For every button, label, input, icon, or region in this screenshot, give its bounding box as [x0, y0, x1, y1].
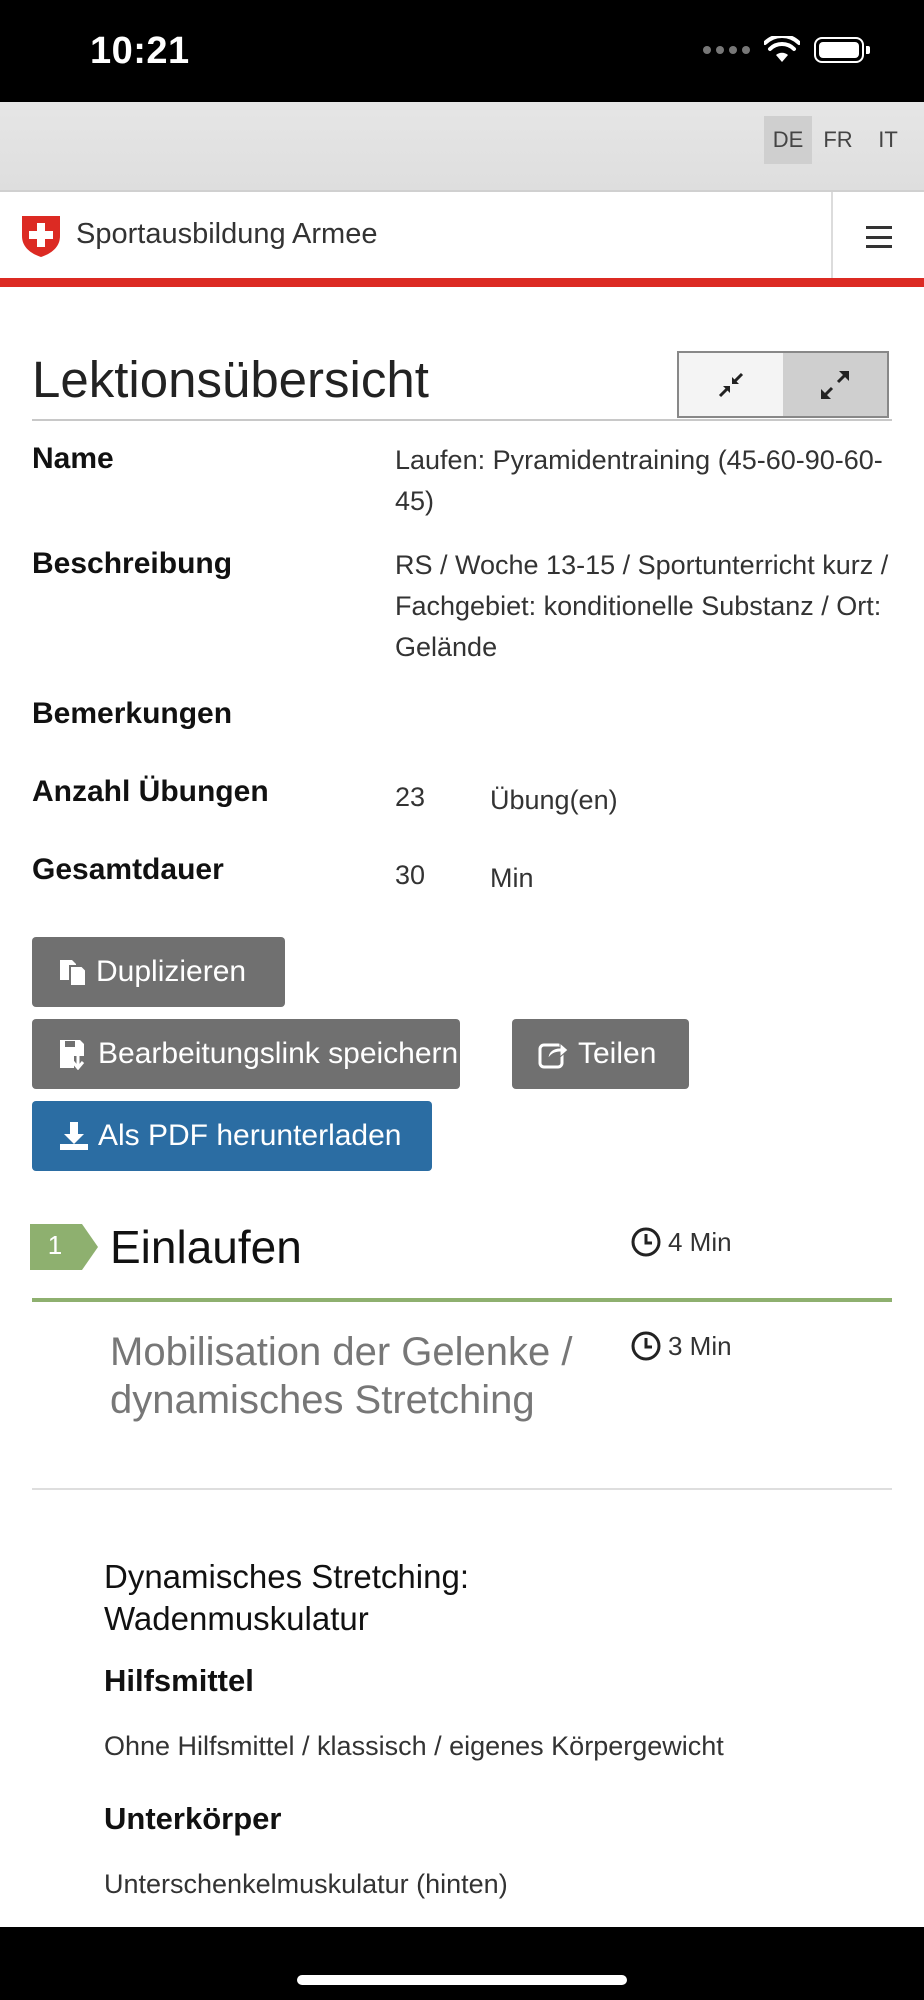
- page-title: Lektionsübersicht: [32, 351, 429, 408]
- share-button[interactable]: Teilen: [512, 1019, 689, 1089]
- home-indicator[interactable]: [297, 1975, 627, 1985]
- save-link-icon: [60, 1040, 85, 1070]
- collapse-all-button[interactable]: [679, 353, 783, 416]
- save-edit-link-label: Bearbeitungslink speichern: [98, 1037, 459, 1070]
- subsection-divider: [32, 1488, 892, 1490]
- expand-all-button[interactable]: [783, 353, 887, 416]
- download-pdf-label: Als PDF herunterladen: [98, 1119, 402, 1152]
- brand-name[interactable]: Sportausbildung Armee: [76, 218, 377, 251]
- total-duration-value: 30: [395, 860, 426, 890]
- section-duration: 4 Min: [630, 1226, 732, 1258]
- share-label: Teilen: [578, 1037, 657, 1070]
- wifi-icon: [764, 36, 800, 62]
- status-icons: [703, 36, 870, 64]
- exercise-title[interactable]: Dynamisches Stretching: Wadenmuskulatur: [104, 1556, 564, 1640]
- title-divider: [32, 419, 892, 421]
- site-header: Sportausbildung Armee: [0, 192, 924, 287]
- download-pdf-button[interactable]: Als PDF herunterladen: [32, 1101, 432, 1171]
- language-bar: DE FR IT: [0, 102, 924, 192]
- swiss-cross-logo[interactable]: [20, 214, 62, 258]
- description-label: Beschreibung: [32, 547, 233, 580]
- name-label: Name: [32, 442, 114, 475]
- aids-label: Hilfsmittel: [104, 1663, 254, 1698]
- subsection-duration-text: 3 Min: [668, 1330, 732, 1361]
- subsection-title[interactable]: Mobilisation der Gelenke / dynamisches S…: [110, 1328, 580, 1424]
- home-indicator-bar: [0, 1927, 924, 2000]
- hamburger-menu-icon[interactable]: [866, 226, 892, 248]
- menu-divider: [831, 192, 833, 278]
- status-bar: 10:21: [0, 0, 924, 102]
- collapse-expand-toggle: [677, 351, 889, 418]
- cellular-signal-icon: [703, 46, 750, 54]
- section-duration-text: 4 Min: [668, 1226, 732, 1257]
- share-icon: [538, 1041, 569, 1069]
- compress-icon: [718, 372, 744, 397]
- lang-fr[interactable]: FR: [814, 116, 862, 164]
- duplicate-button[interactable]: Duplizieren: [32, 937, 285, 1007]
- section-title[interactable]: Einlaufen: [110, 1220, 302, 1274]
- body-region-label: Unterkörper: [104, 1801, 282, 1836]
- lang-it[interactable]: IT: [864, 116, 912, 164]
- aids-value: Ohne Hilfsmittel / klassisch / eigenes K…: [104, 1731, 724, 1761]
- clock-icon: [631, 1331, 661, 1361]
- total-duration-label: Gesamtdauer: [32, 853, 224, 886]
- exercise-count-unit: Übung(en): [490, 785, 618, 815]
- exercise-count-label: Anzahl Übungen: [32, 775, 269, 808]
- page: DE FR IT Sportausbildung Armee Lektionsü…: [0, 102, 924, 1927]
- duplicate-label: Duplizieren: [96, 955, 247, 988]
- description-value: RS / Woche 13-15 / Sportunterricht kurz …: [395, 550, 889, 662]
- clock-icon: [631, 1227, 661, 1257]
- status-time: 10:21: [90, 30, 190, 72]
- body-region-value: Unterschenkelmuskulatur (hinten): [104, 1869, 508, 1899]
- section-number: 1: [47, 1230, 63, 1260]
- exercise-count-value: 23: [395, 782, 426, 812]
- total-duration-unit: Min: [490, 863, 534, 893]
- remarks-label: Bemerkungen: [32, 697, 233, 730]
- save-edit-link-button[interactable]: Bearbeitungslink speichern: [32, 1019, 460, 1089]
- copy-icon: [60, 960, 87, 987]
- language-switcher: DE FR IT: [762, 116, 912, 164]
- download-icon: [60, 1122, 88, 1150]
- battery-icon: [814, 37, 870, 63]
- lang-de[interactable]: DE: [764, 116, 812, 164]
- expand-icon: [821, 370, 849, 399]
- section-divider: [32, 1298, 892, 1302]
- name-value: Laufen: Pyramidentraining (45-60-90-60-4…: [395, 445, 883, 516]
- subsection-duration: 3 Min: [630, 1330, 732, 1362]
